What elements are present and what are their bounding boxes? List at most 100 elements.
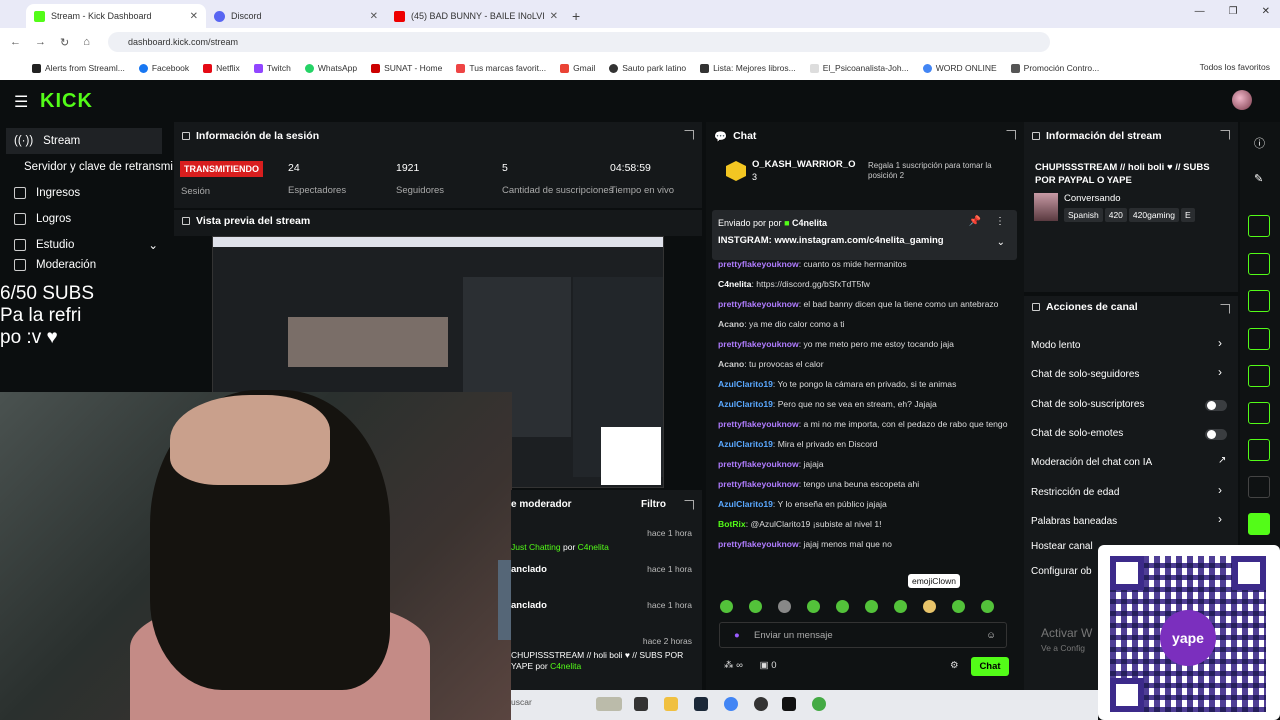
- bookmark-item[interactable]: Facebook: [138, 63, 189, 73]
- close-window-icon[interactable]: ✕: [1262, 6, 1270, 17]
- taskbar-search[interactable]: uscar: [511, 697, 532, 707]
- bookmark-item[interactable]: Sauto park latino: [609, 63, 686, 73]
- expand-icon[interactable]: [1220, 130, 1230, 140]
- emoji-icon[interactable]: ☺: [986, 630, 996, 641]
- bookmark-item[interactable]: Gmail: [560, 63, 595, 73]
- url-field[interactable]: dashboard.kick.com/stream: [108, 32, 1050, 52]
- chat-username[interactable]: prettyflakeyouknow: [718, 459, 799, 469]
- close-icon[interactable]: ✕: [550, 11, 558, 22]
- emote[interactable]: [952, 600, 965, 613]
- bookmark-item[interactable]: El_Psicoanalista-Joh...: [809, 63, 909, 73]
- bookmark-item[interactable]: SUNAT - Home: [371, 63, 442, 73]
- emote[interactable]: [836, 600, 849, 613]
- all-bookmarks[interactable]: Todos los favoritos: [1200, 62, 1270, 72]
- emote-clown[interactable]: [923, 600, 936, 613]
- tool-button[interactable]: [1248, 476, 1270, 498]
- gift-icon[interactable]: ▣: [760, 660, 769, 671]
- pinned-message[interactable]: Enviado por por ■ C4nelita INSTGRAM: www…: [712, 210, 1017, 260]
- filter-button[interactable]: Filtro: [641, 499, 666, 510]
- tool-button[interactable]: [1248, 439, 1270, 461]
- reload-icon[interactable]: ↻: [60, 36, 69, 49]
- sidebar-item-server[interactable]: Servidor y clave de retransmi: [0, 154, 174, 180]
- taskview-icon[interactable]: [634, 697, 648, 711]
- landscape-icon[interactable]: [596, 697, 622, 711]
- emote[interactable]: [749, 600, 762, 613]
- pin-icon[interactable]: 📌: [969, 216, 981, 227]
- channel-action-item[interactable]: Hostear canal: [1031, 541, 1093, 552]
- maximize-icon[interactable]: ❐: [1229, 6, 1238, 17]
- chat-username[interactable]: AzulClarito19: [718, 379, 773, 389]
- folder-icon[interactable]: [664, 697, 678, 711]
- sidebar-item-stream[interactable]: ((·)) Stream: [6, 128, 162, 154]
- bookmark-item[interactable]: Netflix: [203, 63, 240, 73]
- expand-icon[interactable]: [684, 500, 694, 510]
- chat-username[interactable]: prettyflakeyouknow: [718, 539, 799, 549]
- expand-icon[interactable]: [1006, 130, 1016, 140]
- chevron-right-icon[interactable]: ›: [1218, 483, 1222, 497]
- channel-action-item[interactable]: Chat de solo-emotes: [1031, 428, 1123, 439]
- emote[interactable]: [720, 600, 733, 613]
- channel-action-item[interactable]: Restricción de edad: [1031, 487, 1119, 498]
- sidebar-item-estudio[interactable]: Estudio ⌄: [0, 232, 174, 258]
- chat-username[interactable]: prettyflakeyouknow: [718, 479, 799, 489]
- tool-button[interactable]: [1248, 365, 1270, 387]
- emote[interactable]: [981, 600, 994, 613]
- bookmark-item[interactable]: Tus marcas favorit...: [456, 63, 546, 73]
- tool-button-active[interactable]: [1248, 513, 1270, 535]
- new-tab-icon[interactable]: +: [572, 8, 580, 24]
- chat-username[interactable]: prettyflakeyouknow: [718, 259, 799, 269]
- chat-username[interactable]: AzulClarito19: [718, 399, 773, 409]
- close-icon[interactable]: ✕: [190, 11, 198, 22]
- sidebar-item-ingresos[interactable]: Ingresos: [0, 180, 174, 206]
- tab-kick-dashboard[interactable]: Stream - Kick Dashboard ✕: [26, 4, 206, 28]
- info-icon[interactable]: ⓘ: [1254, 135, 1265, 151]
- emote[interactable]: [807, 600, 820, 613]
- bookmark-item[interactable]: Alerts from Streaml...: [32, 63, 125, 73]
- tool-button[interactable]: [1248, 253, 1270, 275]
- chat-username[interactable]: prettyflakeyouknow: [718, 419, 799, 429]
- channel-action-item[interactable]: Moderación del chat con IA: [1031, 457, 1152, 468]
- chevron-right-icon[interactable]: ›: [1218, 336, 1222, 350]
- emote[interactable]: [778, 600, 791, 613]
- toggle-switch[interactable]: [1205, 429, 1227, 440]
- pencil-icon[interactable]: ✎: [1254, 172, 1263, 185]
- chat-username[interactable]: prettyflakeyouknow: [718, 299, 799, 309]
- home-icon[interactable]: ⌂: [83, 36, 90, 48]
- emote[interactable]: [894, 600, 907, 613]
- avatar[interactable]: [1232, 90, 1252, 110]
- emote[interactable]: [865, 600, 878, 613]
- chat-input[interactable]: ● Enviar un mensaje ☺: [719, 622, 1007, 648]
- chat-username[interactable]: prettyflakeyouknow: [718, 339, 799, 349]
- more-icon[interactable]: ⋮: [995, 216, 1005, 227]
- chat-username[interactable]: C4nelita: [718, 279, 751, 289]
- chat-username[interactable]: Acano: [718, 319, 744, 329]
- chevron-down-icon[interactable]: ⌄: [997, 237, 1005, 248]
- close-icon[interactable]: ✕: [370, 11, 378, 22]
- obs-icon[interactable]: [754, 697, 768, 711]
- points-icon[interactable]: ⁂ ∞: [724, 660, 743, 671]
- app-icon[interactable]: [812, 697, 826, 711]
- gear-icon[interactable]: ⚙: [950, 660, 959, 671]
- tab-discord[interactable]: Discord ✕: [206, 4, 386, 28]
- chevron-right-icon[interactable]: ›: [1218, 365, 1222, 379]
- external-link-icon[interactable]: ↗: [1218, 455, 1226, 466]
- channel-action-item[interactable]: Modo lento: [1031, 340, 1080, 351]
- toggle-switch[interactable]: [1205, 400, 1227, 411]
- back-icon[interactable]: ←: [10, 36, 21, 48]
- channel-action-item[interactable]: Chat de solo-suscriptores: [1031, 399, 1144, 410]
- tool-button[interactable]: [1248, 402, 1270, 424]
- channel-action-item[interactable]: Configurar ob: [1031, 566, 1092, 577]
- tool-button[interactable]: [1248, 290, 1270, 312]
- chrome-icon[interactable]: [724, 697, 738, 711]
- kick-logo[interactable]: KICK: [40, 90, 93, 113]
- expand-icon[interactable]: [684, 130, 694, 140]
- bookmark-item[interactable]: Twitch: [253, 63, 291, 73]
- bookmark-item[interactable]: Promoción Contro...: [1010, 63, 1099, 73]
- sidebar-item-moderacion[interactable]: Moderación: [0, 258, 174, 272]
- bookmark-item[interactable]: Lista: Mejores libros...: [700, 63, 796, 73]
- chat-username[interactable]: AzulClarito19: [718, 499, 773, 509]
- tool-button[interactable]: [1248, 328, 1270, 350]
- channel-action-item[interactable]: Chat de solo-seguidores: [1031, 369, 1139, 380]
- app-icon[interactable]: [782, 697, 796, 711]
- sidebar-item-logros[interactable]: Logros: [0, 206, 174, 232]
